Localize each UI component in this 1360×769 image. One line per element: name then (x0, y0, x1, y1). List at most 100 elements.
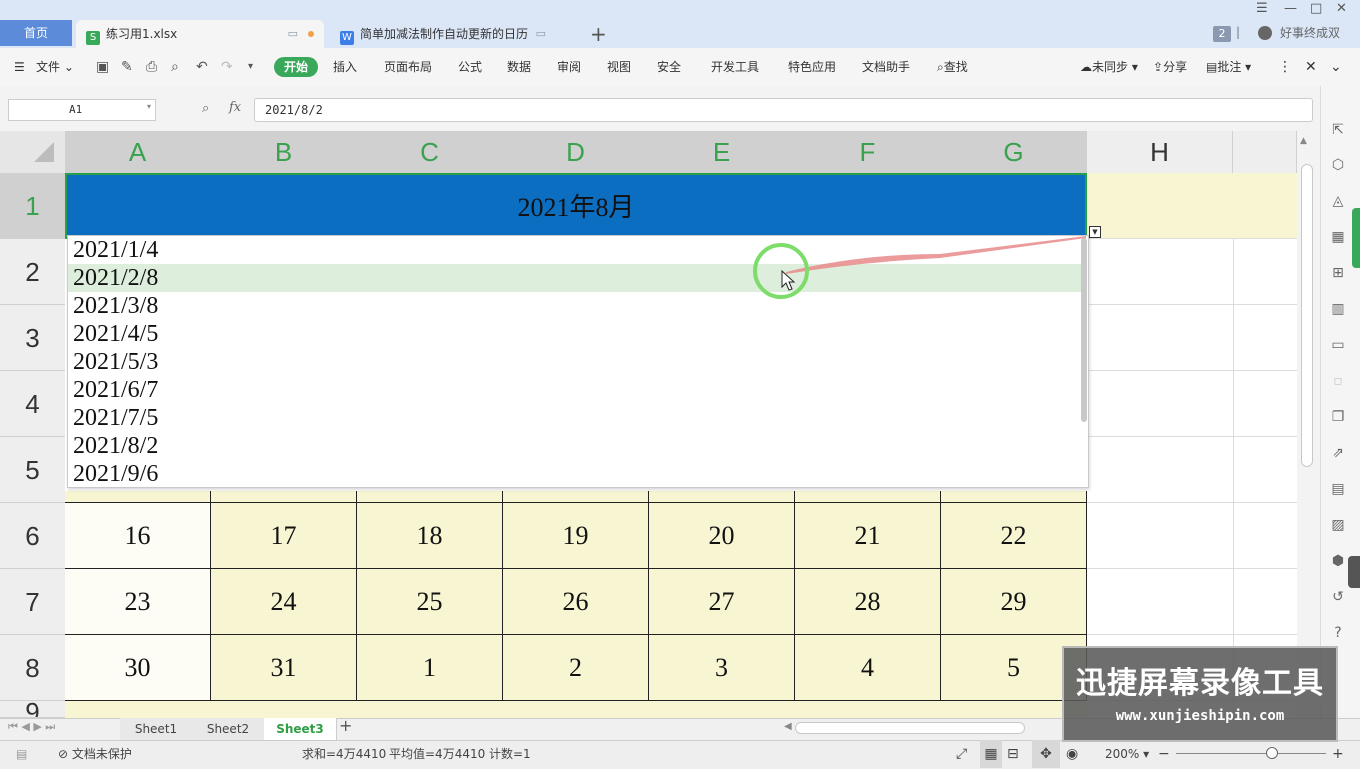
tab-view[interactable]: 视图 (607, 48, 631, 86)
col-header-h[interactable]: H (1087, 131, 1233, 173)
tab-security[interactable]: 安全 (657, 48, 681, 86)
calendar-day[interactable]: 23 (65, 569, 211, 635)
zoom-formula-icon[interactable]: ⌕ (202, 101, 209, 116)
tab-features[interactable]: 特色应用 (788, 48, 836, 86)
reading-mode-icon[interactable]: ✥ (1032, 740, 1060, 768)
zoom-level[interactable]: 200% ▾ (1105, 740, 1149, 768)
print-preview-icon[interactable]: ⌕ (171, 48, 179, 86)
menu-icon[interactable]: ☰ (1256, 0, 1268, 18)
select-pointer-icon[interactable]: ⇱ (1328, 122, 1348, 138)
tab-data[interactable]: 数据 (507, 48, 531, 86)
calendar-day[interactable]: 4 (795, 635, 941, 701)
name-box[interactable]: A1 ▾ (8, 99, 156, 121)
tab-page-layout[interactable]: 页面布局 (384, 48, 432, 86)
sheet-tab-1[interactable]: Sheet1 (120, 718, 193, 740)
col-header-c[interactable]: C (357, 131, 503, 173)
scroll-left-icon[interactable]: ◀ (784, 721, 792, 732)
col-header-i[interactable] (1233, 131, 1297, 173)
row-header-7[interactable]: 7 (0, 569, 65, 635)
comment-button[interactable]: ▤批注 ▾ (1206, 48, 1251, 86)
col-header-a[interactable]: A (65, 131, 211, 173)
tab-developer[interactable]: 开发工具 (711, 48, 759, 86)
formula-input[interactable]: 2021/8/2 (254, 98, 1313, 122)
undo-icon[interactable]: ↶ (196, 48, 208, 86)
insert-function-icon[interactable]: fx (229, 100, 241, 115)
horizontal-scroll-thumb[interactable] (795, 722, 1025, 734)
sheet-tab-2[interactable]: Sheet2 (192, 718, 265, 740)
calendar-day[interactable]: 26 (503, 569, 649, 635)
calendar-day[interactable]: 25 (357, 569, 503, 635)
calendar-day[interactable]: 17 (211, 503, 357, 569)
sheet-tab-3[interactable]: Sheet3 (264, 718, 337, 740)
home-tab[interactable]: 首页 (0, 20, 72, 46)
calendar-day[interactable]: 31 (211, 635, 357, 701)
col-header-g[interactable]: G (941, 131, 1087, 173)
calendar-day[interactable]: 18 (357, 503, 503, 569)
copy-icon[interactable]: ❐ (1328, 409, 1348, 425)
add-sheet-button[interactable]: + (339, 716, 352, 735)
eye-protection-icon[interactable]: ◉ (1066, 740, 1078, 768)
select-all-corner[interactable] (0, 131, 65, 173)
col-header-f[interactable]: F (795, 131, 941, 173)
dropdown-option[interactable]: 2021/4/5 (68, 320, 1082, 348)
maximize-icon[interactable]: □ (1310, 0, 1322, 18)
export-icon[interactable]: ⇗ (1328, 445, 1348, 461)
tab-formulas[interactable]: 公式 (458, 48, 482, 86)
chevron-down-icon[interactable]: ▾ (147, 102, 151, 111)
tab-document[interactable]: W 简单加减法制作自动更新的日历 ▭ (330, 20, 560, 48)
shield-icon[interactable]: ⬢ (1328, 553, 1348, 569)
format-painter-icon[interactable]: ✎ (121, 48, 133, 86)
row-header-2[interactable]: 2 (0, 239, 65, 305)
cell-h1[interactable] (1087, 173, 1297, 239)
row-header-9[interactable]: 9 (0, 701, 65, 718)
tab-spreadsheet[interactable]: S 练习用1.xlsx ▭ (76, 20, 324, 48)
calendar-day[interactable]: 28 (795, 569, 941, 635)
grid-apps-icon[interactable]: ⊞ (1328, 265, 1348, 281)
tab-insert[interactable]: 插入 (333, 48, 357, 86)
validation-dropdown-button[interactable]: ▼ (1089, 226, 1101, 238)
quick-access-dropdown-icon[interactable]: ▾ (248, 48, 253, 86)
table-icon[interactable]: ▦ (1328, 229, 1348, 245)
redo-icon[interactable]: ↷ (221, 48, 233, 86)
row-header-6[interactable]: 6 (0, 503, 65, 569)
tab-start[interactable]: 开始 (274, 57, 319, 77)
calendar-day[interactable]: 16 (65, 503, 211, 569)
cell-a1-title[interactable]: 2021年8月 (65, 173, 1087, 239)
zoom-in-icon[interactable]: + (1332, 740, 1344, 768)
dropdown-option[interactable]: 2021/5/3 (68, 348, 1082, 376)
calendar-day[interactable]: 3 (649, 635, 795, 701)
dropdown-option[interactable]: 2021/7/5 (68, 404, 1082, 432)
dropdown-option[interactable]: 2021/3/8 (68, 292, 1082, 320)
collapse-ribbon-icon[interactable]: ⌄ (1330, 48, 1342, 86)
calendar-day[interactable]: 2 (503, 635, 649, 701)
protection-status[interactable]: ⊘ 文档未保护 (58, 740, 132, 768)
minimize-icon[interactable]: — (1284, 0, 1297, 18)
col-header-b[interactable]: B (211, 131, 357, 173)
zoom-slider-knob[interactable] (1266, 747, 1278, 759)
image-icon[interactable]: ▭ (1328, 337, 1348, 353)
close-icon[interactable]: ✕ (1336, 0, 1347, 18)
calendar-day[interactable]: 22 (941, 503, 1087, 569)
tab-review[interactable]: 审阅 (557, 48, 581, 86)
zoom-slider[interactable] (1176, 753, 1326, 754)
calendar-day[interactable]: 1 (357, 635, 503, 701)
scroll-up-icon[interactable]: ▲ (1300, 136, 1307, 146)
file-menu[interactable]: 文件 ⌄ (36, 48, 74, 86)
print-icon[interactable]: ⎙ (146, 48, 157, 86)
row-header-5[interactable]: 5 (0, 437, 65, 503)
row-9-cells[interactable] (65, 701, 1087, 718)
more-icon[interactable]: ⋮ (1278, 48, 1292, 86)
row-header-1[interactable]: 1 (0, 173, 65, 239)
col-header-e[interactable]: E (649, 131, 795, 173)
calendar-day[interactable]: 24 (211, 569, 357, 635)
page-break-view-icon[interactable]: ⊟ (1007, 740, 1019, 768)
new-tab-button[interactable]: + (590, 20, 607, 48)
archive-icon[interactable]: ▤ (1328, 481, 1348, 497)
col-header-d[interactable]: D (503, 131, 649, 173)
user-account[interactable]: 好事终成双 (1258, 24, 1340, 41)
search-button[interactable]: ⌕查找 (937, 48, 968, 86)
calendar-day[interactable]: 29 (941, 569, 1087, 635)
share-button[interactable]: ⇪分享 (1153, 48, 1187, 86)
hamburger-icon[interactable]: ☰ (14, 48, 25, 86)
dropdown-option[interactable]: 2021/9/6 (68, 460, 1082, 487)
